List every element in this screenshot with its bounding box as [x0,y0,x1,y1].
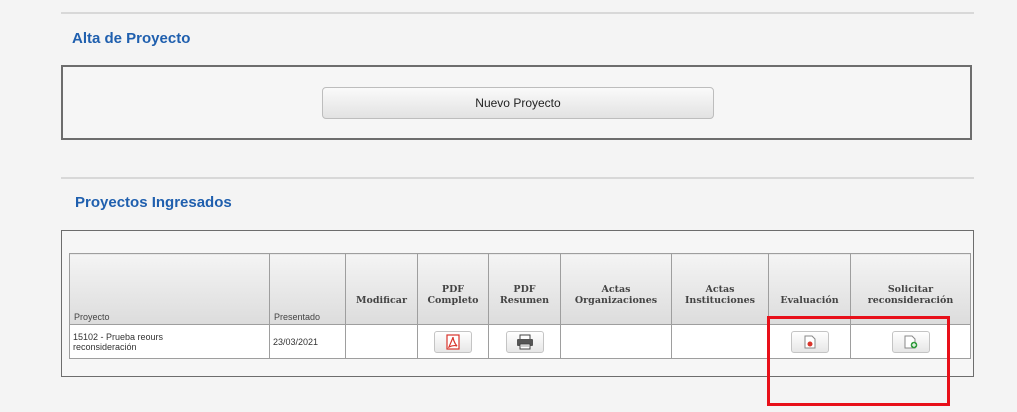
header-actas-instituciones: Actas Instituciones [671,253,769,325]
cell-actas-instituciones [671,324,769,359]
header-evaluacion: Evaluación [768,253,851,325]
header-proyecto: Proyecto [69,253,270,325]
ingresados-section-title: Proyectos Ingresados [75,194,232,211]
header-presentado: Presentado [269,253,346,325]
pdf-icon [446,333,460,350]
pdf-completo-button[interactable] [434,330,472,353]
cell-modificar [345,324,418,359]
new-project-button[interactable]: Nuevo Proyecto [322,87,714,119]
table-row: 15102 - Prueba reours reconsideración 23/… [69,324,971,359]
add-document-icon [904,335,917,348]
alta-panel: Nuevo Proyecto [61,65,972,140]
printer-icon [516,334,533,349]
top-divider [61,12,974,14]
solicitar-reconsideracion-button[interactable] [891,330,930,353]
header-pdf-completo: PDF Completo [417,253,489,325]
cell-solicitar [850,324,971,359]
projects-panel: Proyecto Presentado Modificar PDF Complet… [61,230,974,377]
pdf-resumen-button[interactable] [505,330,544,353]
projects-table: Proyecto Presentado Modificar PDF Complet… [69,253,971,359]
alta-section-title: Alta de Proyecto [72,30,191,47]
table-header-row: Proyecto Presentado Modificar PDF Complet… [69,253,971,325]
cell-pdf-completo [417,324,489,359]
header-modificar: Modificar [345,253,418,325]
cell-proyecto: 15102 - Prueba reours reconsideración [69,324,270,359]
cell-actas-organizaciones [560,324,672,359]
cell-pdf-resumen [488,324,561,359]
pdf-document-icon [804,335,815,348]
middle-divider [61,177,974,179]
header-solicitar: Solicitar reconsideración [850,253,971,325]
evaluacion-button[interactable] [790,330,829,353]
cell-presentado: 23/03/2021 [269,324,346,359]
header-actas-organizaciones: Actas Organizaciones [560,253,672,325]
header-pdf-resumen: PDF Resumen [488,253,561,325]
cell-evaluacion [768,324,851,359]
